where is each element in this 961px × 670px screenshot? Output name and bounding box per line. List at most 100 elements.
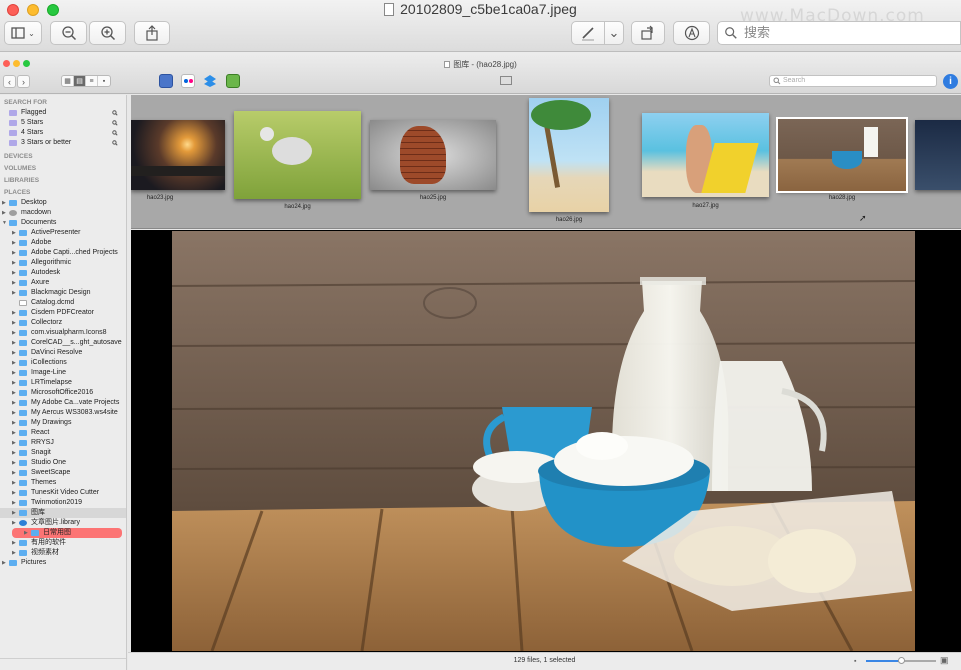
sidebar-folder-item[interactable]: ▶ RRYSJ	[0, 438, 126, 448]
libraries-header[interactable]: LIBRARIES	[0, 176, 126, 186]
sidebar-folder-item[interactable]: ▶ 日常用图	[12, 528, 122, 538]
back-button[interactable]: ‹	[3, 75, 16, 88]
disclosure-closed-icon[interactable]: ▶	[12, 368, 16, 378]
grid-view-icon[interactable]: ▦	[62, 76, 74, 86]
dropbox-icon[interactable]	[203, 74, 217, 88]
disclosure-open-icon[interactable]: ▼	[2, 218, 7, 228]
markup-button[interactable]	[571, 21, 605, 45]
thumbnail-hao24[interactable]	[234, 111, 361, 199]
disclosure-closed-icon[interactable]: ▶	[12, 338, 16, 348]
disclosure-closed-icon[interactable]: ▶	[12, 408, 16, 418]
volumes-header[interactable]: VOLUMES	[0, 164, 126, 174]
sidebar-folder-item[interactable]: ▶ Adobe	[0, 238, 126, 248]
evernote-icon[interactable]	[226, 74, 240, 88]
sidebar-folder-item[interactable]: ▶ TunesKit Video Cutter	[0, 488, 126, 498]
disclosure-closed-icon[interactable]: ▶	[12, 248, 16, 258]
thumbnail-hao25[interactable]	[370, 120, 496, 190]
sidebar-folder-item[interactable]: ▶ Desktop	[0, 198, 126, 208]
thumbnail-hao26[interactable]	[529, 98, 609, 212]
sidebar-folder-item[interactable]: ▶ DaVinci Resolve	[0, 348, 126, 358]
disclosure-closed-icon[interactable]: ▶	[12, 268, 16, 278]
sidebar-folder-item[interactable]: ▶ macdown	[0, 208, 126, 218]
sidebar-folder-item[interactable]: ▶ iCollections	[0, 358, 126, 368]
disclosure-closed-icon[interactable]: ▶	[12, 438, 16, 448]
zoom-in-button[interactable]	[89, 21, 126, 45]
sidebar-folder-item[interactable]: ▶ Autodesk	[0, 268, 126, 278]
disclosure-closed-icon[interactable]: ▶	[12, 428, 16, 438]
disclosure-closed-icon[interactable]: ▶	[12, 418, 16, 428]
sidebar-folder-item[interactable]: ▶ Themes	[0, 478, 126, 488]
disclosure-closed-icon[interactable]: ▶	[12, 448, 16, 458]
disclosure-closed-icon[interactable]: ▶	[12, 548, 16, 558]
sidebar-folder-item[interactable]: ▶ Twinmotion2019	[0, 498, 126, 508]
thumbnail-next[interactable]	[915, 120, 961, 190]
share-button[interactable]	[134, 21, 170, 45]
disclosure-closed-icon[interactable]: ▶	[12, 348, 16, 358]
disclosure-closed-icon[interactable]: ▶	[12, 228, 16, 238]
disclosure-closed-icon[interactable]: ▶	[12, 398, 16, 408]
inner-search-field[interactable]: Search	[769, 75, 937, 87]
sidebar-toggle-button[interactable]: ⌄	[4, 21, 42, 45]
disclosure-closed-icon[interactable]: ▶	[12, 308, 16, 318]
sidebar-folder-item[interactable]: ▶ LRTimelapse	[0, 378, 126, 388]
sidebar-folder-item[interactable]: Catalog.dcmd	[0, 298, 126, 308]
disclosure-closed-icon[interactable]: ▶	[12, 388, 16, 398]
disclosure-closed-icon[interactable]: ▶	[12, 238, 16, 248]
disclosure-closed-icon[interactable]: ▶	[12, 458, 16, 468]
sidebar-folder-item[interactable]: ▶ My Drawings	[0, 418, 126, 428]
outer-search-field[interactable]: 搜索	[717, 21, 961, 45]
disclosure-closed-icon[interactable]: ▶	[2, 198, 6, 208]
sidebar-folder-item[interactable]: ▶ Collectorz	[0, 318, 126, 328]
sidebar-folder-item[interactable]: ▶ MicrosoftOffice2016	[0, 388, 126, 398]
sidebar-folder-item[interactable]: ▶ My Adobe Ca...vate Projects	[0, 398, 126, 408]
rotate-button[interactable]	[631, 21, 665, 45]
sidebar-folder-item[interactable]: ▶ Image-Line	[0, 368, 126, 378]
disclosure-closed-icon[interactable]: ▶	[12, 328, 16, 338]
sidebar-folder-item[interactable]: ▶ React	[0, 428, 126, 438]
thumbnail-hao28-selected[interactable]	[776, 117, 908, 193]
disclosure-closed-icon[interactable]: ▶	[12, 468, 16, 478]
disclosure-closed-icon[interactable]: ▶	[12, 518, 16, 528]
search-item[interactable]: 5 Stars	[0, 118, 126, 128]
disclosure-closed-icon[interactable]: ▶	[2, 558, 6, 568]
sidebar-folder-item[interactable]: ▶ Snagit	[0, 448, 126, 458]
disclosure-closed-icon[interactable]: ▶	[12, 278, 16, 288]
sidebar-folder-item[interactable]: ▼ Documents	[0, 218, 126, 228]
disclosure-closed-icon[interactable]: ▶	[12, 378, 16, 388]
disclosure-closed-icon[interactable]: ▶	[12, 358, 16, 368]
flickr-icon[interactable]	[181, 74, 195, 88]
sidebar-folder-item[interactable]: ▶ 文章图片.library	[0, 518, 126, 528]
disclosure-closed-icon[interactable]: ▶	[12, 538, 16, 548]
sidebar-folder-item[interactable]: ▶ Allegorithmic	[0, 258, 126, 268]
search-item[interactable]: 4 Stars	[0, 128, 126, 138]
disclosure-closed-icon[interactable]: ▶	[24, 528, 28, 538]
sidebar-folder-item[interactable]: ▶ ActivePresenter	[0, 228, 126, 238]
sidebar-folder-item[interactable]: ▶ My Aercus WS3083.ws4site	[0, 408, 126, 418]
slideshow-icon[interactable]	[500, 76, 512, 85]
sidebar-folder-item[interactable]: ▶ CorelCAD__s...ght_autosave	[0, 338, 126, 348]
disclosure-closed-icon[interactable]: ▶	[12, 288, 16, 298]
disclosure-closed-icon[interactable]: ▶	[12, 258, 16, 268]
sidebar-folder-item[interactable]: ▶ Axure	[0, 278, 126, 288]
sidebar-folder-item[interactable]: ▶ 有用的软件	[0, 538, 126, 548]
zoom-out-button[interactable]	[50, 21, 87, 45]
zoom-slider-knob[interactable]	[897, 657, 905, 664]
image-viewer[interactable]	[131, 230, 961, 652]
sidebar-folder-item[interactable]: ▶ Pictures	[0, 558, 126, 568]
sidebar-folder-item[interactable]: ▶ com.visualpharm.Icons8	[0, 328, 126, 338]
browser-view-icon[interactable]: ▤	[74, 76, 86, 86]
devices-header[interactable]: DEVICES	[0, 152, 126, 162]
thumbnail-hao23[interactable]	[131, 120, 225, 190]
search-item[interactable]: 3 Stars or better	[0, 138, 126, 148]
sidebar-folder-item[interactable]: ▶ Adobe Capti...ched Projects	[0, 248, 126, 258]
sidebar-folder-item[interactable]: ▶ 视频素材	[0, 548, 126, 558]
disclosure-closed-icon[interactable]: ▶	[12, 488, 16, 498]
list-view-icon[interactable]: ≡	[86, 76, 98, 86]
zoom-slider[interactable]	[866, 657, 936, 664]
sidebar-folder-item[interactable]: ▶ Studio One	[0, 458, 126, 468]
disclosure-closed-icon[interactable]: ▶	[12, 508, 16, 518]
disclosure-closed-icon[interactable]: ▶	[12, 498, 16, 508]
sidebar-folder-item[interactable]: ▶ SweetScape	[0, 468, 126, 478]
info-button[interactable]: i	[943, 74, 958, 89]
forward-button[interactable]: ›	[17, 75, 30, 88]
